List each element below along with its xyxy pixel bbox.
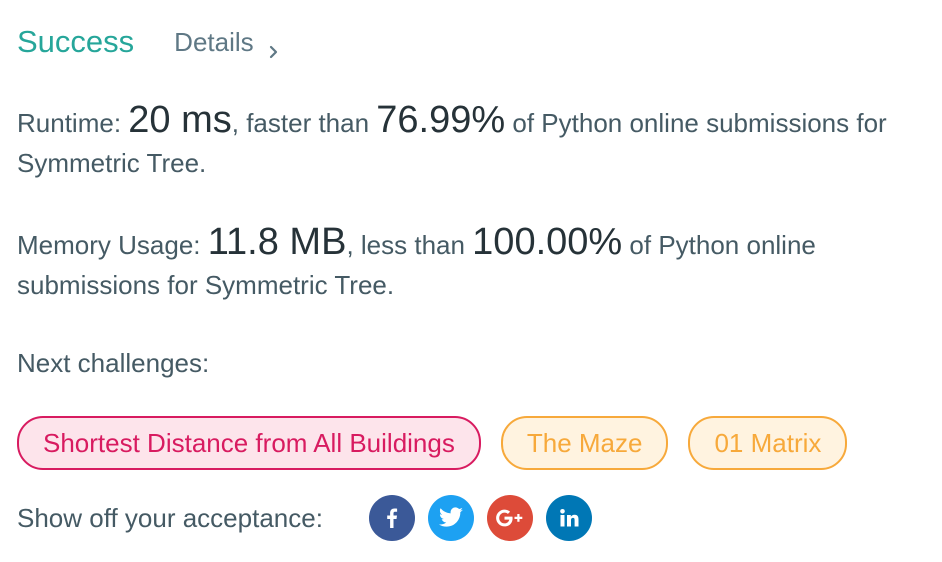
runtime-label: Runtime: <box>17 108 129 138</box>
share-section: Show off your acceptance: <box>17 494 592 542</box>
status-label: Success <box>17 24 135 59</box>
memory-stat: Memory Usage: 11.8 MB, less than 100.00%… <box>17 222 932 305</box>
runtime-percent: 76.99% <box>376 99 506 141</box>
memory-percent: 100.00% <box>472 221 623 263</box>
runtime-value: 20 ms <box>128 99 232 141</box>
memory-label: Memory Usage: <box>17 230 208 260</box>
next-challenges-label: Next challenges: <box>17 348 210 378</box>
google-plus-icon <box>494 508 526 528</box>
linkedin-share-button[interactable] <box>545 495 592 541</box>
challenge-tag-the-maze[interactable]: The Maze <box>500 416 669 470</box>
social-buttons <box>368 495 592 541</box>
linkedin-icon <box>558 507 580 529</box>
chevron-right-icon <box>268 35 280 59</box>
facebook-share-button[interactable] <box>368 495 415 541</box>
details-label: Details <box>174 26 254 57</box>
share-label: Show off your acceptance: <box>17 502 323 533</box>
challenge-tag-01-matrix[interactable]: 01 Matrix <box>688 416 848 470</box>
runtime-stat: Runtime: 20 ms, faster than 76.99% of Py… <box>17 100 932 183</box>
memory-mid: , less than <box>346 230 473 260</box>
challenge-tag-shortest-distance[interactable]: Shortest Distance from All Buildings <box>17 416 481 470</box>
memory-value: 11.8 MB <box>207 221 347 263</box>
google-plus-share-button[interactable] <box>486 495 533 541</box>
result-header: Success Details <box>17 20 280 64</box>
twitter-icon <box>438 507 464 529</box>
facebook-icon <box>381 506 403 530</box>
runtime-mid: , faster than <box>231 108 377 138</box>
details-link[interactable]: Details <box>174 26 280 59</box>
next-challenges-list: Shortest Distance from All Buildings The… <box>17 416 848 470</box>
twitter-share-button[interactable] <box>427 495 474 541</box>
